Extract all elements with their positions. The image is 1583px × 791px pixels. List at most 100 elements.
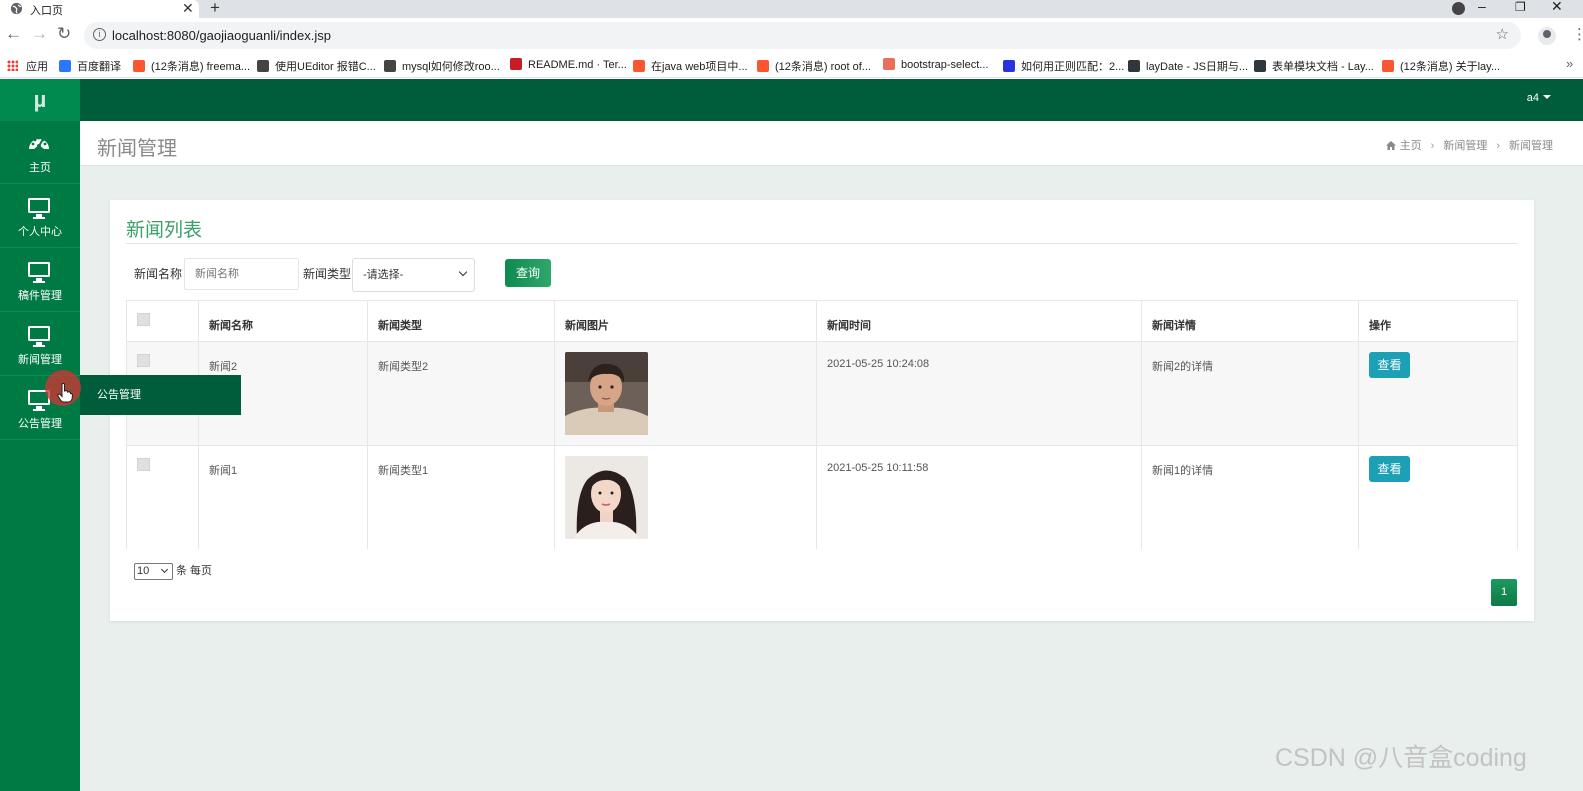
bookmark-item[interactable]: 表单模块文档 - Lay... xyxy=(1254,58,1374,74)
bookmark-label: (12条消息) freema... xyxy=(151,61,251,73)
sidebar-item-manuscripts[interactable]: 稿件管理 xyxy=(0,249,80,312)
globe-icon xyxy=(10,2,23,15)
row-select-cell xyxy=(127,446,199,549)
news-type-select[interactable]: -请选择- xyxy=(352,258,475,292)
monitor-icon xyxy=(28,198,50,219)
minimize-icon[interactable]: – xyxy=(1478,0,1486,14)
gitee-icon xyxy=(510,58,522,70)
breadcrumb: 主页 › 新闻管理 › 新闻管理 xyxy=(1385,137,1553,153)
bookmark-item[interactable]: 在java web项目中... xyxy=(633,58,748,74)
sidebar-item-label: 主页 xyxy=(29,162,51,174)
browser-tab[interactable]: 入口页 ✕ xyxy=(0,0,199,18)
column-header[interactable]: 新闻名称 xyxy=(199,301,368,341)
url-text: localhost:8080/gaojiaoguanli/index.jsp xyxy=(112,28,331,43)
site-info-icon[interactable]: i xyxy=(93,28,106,41)
select-all-checkbox[interactable] xyxy=(137,313,150,326)
browser-tab-strip: 入口页 ✕ + – ❐ ✕ xyxy=(0,0,1583,18)
csdn-icon xyxy=(133,60,145,72)
news-name-input[interactable] xyxy=(184,258,299,290)
sidebar: µ 主页 个人中心 稿件管理 新闻管理 公告管理 xyxy=(0,79,80,791)
divider xyxy=(126,243,1518,244)
forward-icon[interactable]: → xyxy=(31,24,48,44)
bookmark-item[interactable]: mysql如何修改roo... xyxy=(384,58,500,74)
breadcrumb-separator-icon: › xyxy=(1496,140,1500,152)
sidebar-item-news[interactable]: 新闻管理 xyxy=(0,313,80,376)
action-cell: 查看 xyxy=(1359,446,1517,549)
chevron-down-icon xyxy=(458,267,468,277)
user-menu[interactable]: a4 xyxy=(1527,92,1551,104)
csdn-icon xyxy=(757,60,769,72)
news-name-cell: 新闻1 xyxy=(199,446,368,549)
news-type-selected: -请选择- xyxy=(363,269,404,281)
top-navbar: a4 xyxy=(80,79,1583,121)
page-button-current[interactable]: 1 xyxy=(1491,579,1517,606)
bookmark-item[interactable]: layDate - JS日期与... xyxy=(1128,58,1248,74)
bookmark-item[interactable]: (12条消息) 关于lay... xyxy=(1382,58,1500,74)
brand-logo[interactable]: µ xyxy=(0,79,80,121)
profile-indicator-icon[interactable] xyxy=(1452,2,1465,15)
sidebar-item-label: 个人中心 xyxy=(18,226,62,238)
bookmark-item[interactable]: 使用UEditor 报错C... xyxy=(257,58,376,74)
hand-cursor-icon xyxy=(57,383,73,403)
monitor-icon xyxy=(28,326,50,347)
page-size-select[interactable]: 10 xyxy=(134,563,173,580)
column-header[interactable]: 新闻时间 xyxy=(817,301,1142,341)
table-header-row: 新闻名称 新闻类型 新闻图片 新闻时间 新闻详情 操作 xyxy=(127,301,1517,342)
bookmark-label: 百度翻译 xyxy=(77,61,121,73)
news-detail-cell: 新闻1的详情 xyxy=(1142,446,1359,549)
reload-icon[interactable]: ↻ xyxy=(57,24,71,44)
sidebar-flyout-announcements[interactable]: 公告管理 xyxy=(80,375,241,415)
sidebar-item-profile[interactable]: 个人中心 xyxy=(0,185,80,248)
url-field[interactable]: i localhost:8080/gaojiaoguanli/index.jsp… xyxy=(84,22,1521,49)
monitor-icon xyxy=(28,262,50,283)
browser-menu-icon[interactable]: ⋮ xyxy=(1572,25,1583,43)
more-bookmarks-icon[interactable]: » xyxy=(1566,56,1573,71)
breadcrumb-separator-icon: › xyxy=(1430,140,1435,152)
breadcrumb-home[interactable]: 主页 xyxy=(1400,140,1422,152)
bookmark-item[interactable]: (12条消息) freema... xyxy=(133,58,250,74)
caret-down-icon xyxy=(1543,95,1551,99)
page-header: 新闻管理 主页 › 新闻管理 › 新闻管理 xyxy=(80,121,1583,166)
watermark: CSDN @八音盒coding xyxy=(1275,744,1527,772)
sidebar-item-home[interactable]: 主页 xyxy=(0,121,80,184)
news-type-label: 新闻类型 xyxy=(303,267,352,281)
bookmark-label: 如何用正则匹配：2... xyxy=(1021,61,1125,73)
back-icon[interactable]: ← xyxy=(5,24,22,44)
tab-title: 入口页 xyxy=(30,5,63,17)
view-button[interactable]: 查看 xyxy=(1369,352,1410,378)
bookmark-item[interactable]: 如何用正则匹配：2... xyxy=(1003,58,1124,74)
bookmark-label: (12条消息) root of... xyxy=(775,61,871,73)
bookmarks-bar: 应用 百度翻译 (12条消息) freema... 使用UEditor 报错C... m… xyxy=(0,52,1583,78)
column-header[interactable]: 新闻详情 xyxy=(1142,301,1359,341)
column-header[interactable]: 新闻类型 xyxy=(368,301,555,341)
username: a4 xyxy=(1526,92,1539,104)
bookmark-item[interactable]: bootstrap-select... xyxy=(883,58,988,71)
row-checkbox[interactable] xyxy=(137,354,150,367)
view-button[interactable]: 查看 xyxy=(1369,456,1410,482)
column-header[interactable]: 新闻图片 xyxy=(555,301,817,341)
profile-avatar-icon[interactable] xyxy=(1538,27,1556,45)
window-close-icon[interactable]: ✕ xyxy=(1551,0,1563,15)
close-tab-icon[interactable]: ✕ xyxy=(182,0,194,17)
news-type-cell: 新闻类型1 xyxy=(368,446,555,549)
bookmark-item[interactable]: (12条消息) root of... xyxy=(757,58,871,74)
bookmark-item[interactable]: README.md · Ter... xyxy=(510,58,627,71)
bookmark-item[interactable]: 应用 xyxy=(7,58,48,74)
bookmark-star-icon[interactable]: ☆ xyxy=(1496,25,1509,43)
restore-icon[interactable]: ❐ xyxy=(1515,0,1526,14)
table-row: 新闻1 新闻类型1 2021-05-25 10:11:58 新闻1的详情 查看 xyxy=(127,446,1517,549)
column-header[interactable]: 操作 xyxy=(1359,301,1517,341)
layui-icon xyxy=(1254,60,1266,72)
breadcrumb-item[interactable]: 新闻管理 xyxy=(1443,140,1487,152)
bookmark-label: layDate - JS日期与... xyxy=(1146,61,1249,73)
baidu-translate-icon xyxy=(59,60,71,72)
news-type-cell: 新闻类型2 xyxy=(368,342,555,445)
bookmark-item[interactable]: 百度翻译 xyxy=(59,58,121,74)
row-checkbox[interactable] xyxy=(137,458,150,471)
bookmark-label: README.md · Ter... xyxy=(528,59,627,71)
sidebar-item-label: 公告管理 xyxy=(18,418,62,430)
search-button[interactable]: 查询 xyxy=(505,259,551,287)
layui-icon xyxy=(1128,60,1140,72)
table-row: 新闻2 新闻类型2 2021-05-25 10:24:08 新闻2的详情 查看 xyxy=(127,342,1517,446)
new-tab-icon[interactable]: + xyxy=(210,0,220,18)
